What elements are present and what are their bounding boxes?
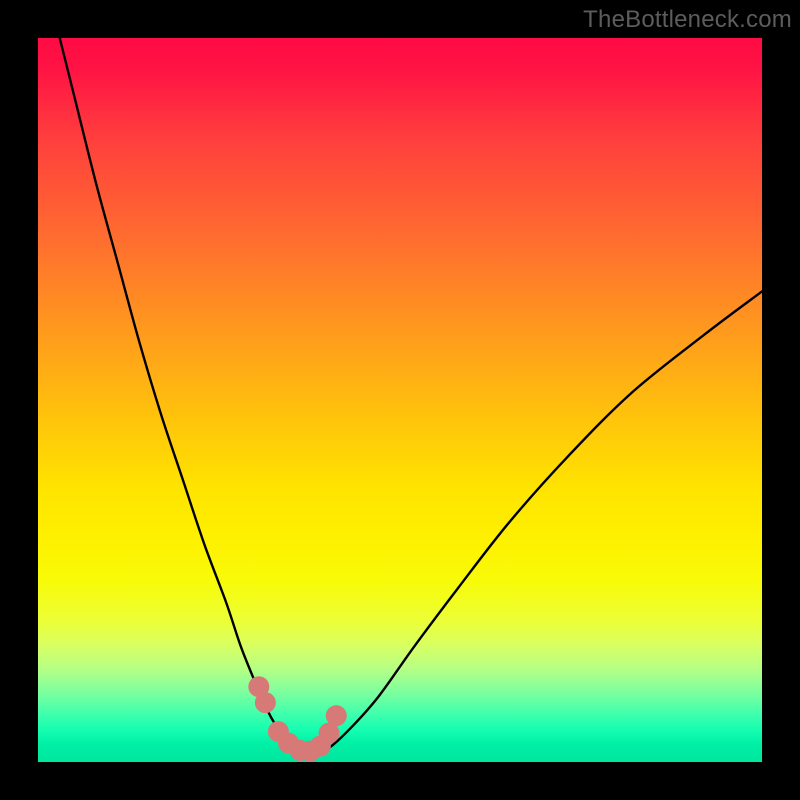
chart-frame: TheBottleneck.com <box>0 0 800 800</box>
plot-area <box>38 38 762 762</box>
marker-dot <box>255 692 276 713</box>
curve-path <box>60 38 762 755</box>
highlighted-points <box>248 676 346 761</box>
marker-dot <box>326 705 347 726</box>
watermark-text: TheBottleneck.com <box>583 6 792 34</box>
chart-svg <box>38 38 762 762</box>
bottleneck-curve <box>60 38 762 755</box>
